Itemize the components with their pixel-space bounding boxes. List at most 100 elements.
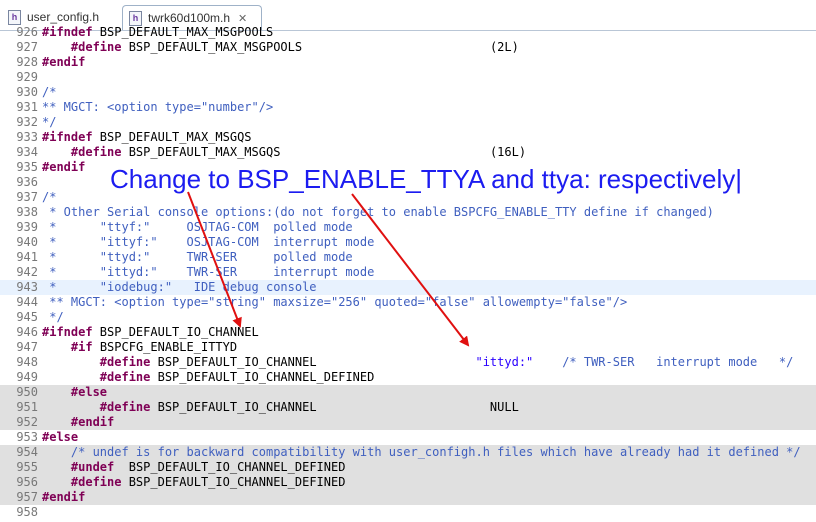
line-number: 956 <box>16 475 38 489</box>
code-line[interactable]: 950 #else <box>0 385 816 400</box>
line-number: 926 <box>16 25 38 39</box>
line-number: 927 <box>16 40 38 54</box>
code-token: BSPCFG_ENABLE_ITTYD <box>92 340 238 354</box>
line-number: 953 <box>16 430 38 444</box>
code-token: * "ittyf:" OSJTAG-COM interrupt mode <box>42 235 375 249</box>
code-text: #define BSP_DEFAULT_IO_CHANNEL_DEFINED <box>42 370 375 385</box>
code-token: BSP_DEFAULT_IO_CHANNEL NULL <box>150 400 519 414</box>
line-number: 950 <box>16 385 38 399</box>
code-line[interactable]: 955 #undef BSP_DEFAULT_IO_CHANNEL_DEFINE… <box>0 460 816 475</box>
line-number: 945 <box>16 310 38 324</box>
code-token: #ifndef <box>42 130 93 144</box>
code-line[interactable]: 926 #ifndef BSP_DEFAULT_MAX_MSGPOOLS <box>0 25 816 40</box>
code-text: #if BSPCFG_ENABLE_ITTYD <box>42 340 237 355</box>
tab-label: user_config.h <box>27 10 100 24</box>
code-text: #define BSP_DEFAULT_IO_CHANNEL_DEFINED <box>42 475 346 490</box>
code-token: BSP_DEFAULT_IO_CHANNEL <box>150 355 476 369</box>
code-line[interactable]: 951 #define BSP_DEFAULT_IO_CHANNEL NULL <box>0 400 816 415</box>
code-token: #if <box>70 340 93 354</box>
code-token: #define <box>70 40 122 54</box>
code-token: */ <box>42 115 57 129</box>
code-text: #define BSP_DEFAULT_MAX_MSGPOOLS (2L) <box>42 40 519 55</box>
code-line[interactable]: 940 * "ittyf:" OSJTAG-COM interrupt mode <box>0 235 816 250</box>
code-line[interactable]: 956 #define BSP_DEFAULT_IO_CHANNEL_DEFIN… <box>0 475 816 490</box>
code-line[interactable]: 929 <box>0 70 816 85</box>
code-text: * "ttyf:" OSJTAG-COM polled mode <box>42 220 353 235</box>
close-tab-icon[interactable]: ✕ <box>238 12 247 25</box>
code-text: */ <box>42 115 56 130</box>
code-token: BSP_DEFAULT_IO_CHANNEL_DEFINED <box>150 370 375 384</box>
code-token: BSP_DEFAULT_MAX_MSGQS (16L) <box>121 145 527 159</box>
code-line[interactable]: 957 #endif <box>0 490 816 505</box>
code-line[interactable]: 942 * "ittyd:" TWR-SER interrupt mode <box>0 265 816 280</box>
line-number: 948 <box>16 355 38 369</box>
code-line[interactable]: 927 #define BSP_DEFAULT_MAX_MSGPOOLS (2L… <box>0 40 816 55</box>
code-token: BSP_DEFAULT_MAX_MSGQS <box>92 130 252 144</box>
line-number: 930 <box>16 85 38 99</box>
code-token: * "ttyf:" OSJTAG-COM polled mode <box>42 220 353 234</box>
code-line[interactable]: 954 /* undef is for backward compatibili… <box>0 445 816 460</box>
line-number: 941 <box>16 250 38 264</box>
code-text: #endif <box>42 490 85 505</box>
line-number: 932 <box>16 115 38 129</box>
code-token: #define <box>70 145 122 159</box>
code-token: #else <box>70 385 108 399</box>
code-token: #endif <box>42 490 86 504</box>
code-line[interactable]: 931 ** MGCT: <option type="number"/> <box>0 100 816 115</box>
code-token: /* <box>42 190 57 204</box>
code-token: /* <box>42 85 57 99</box>
code-token: #else <box>42 430 79 444</box>
code-editor[interactable]: 926 #ifndef BSP_DEFAULT_MAX_MSGPOOLS 927 #… <box>0 25 816 522</box>
code-line[interactable]: 943 * "iodebug:" IDE debug console <box>0 280 816 295</box>
code-token: #define <box>99 355 151 369</box>
code-text: #endif <box>42 415 114 430</box>
code-text: /* <box>42 85 56 100</box>
code-line[interactable]: 938 * Other Serial console options:(do n… <box>0 205 816 220</box>
code-text: #undef BSP_DEFAULT_IO_CHANNEL_DEFINED <box>42 460 346 475</box>
code-line[interactable]: 933 #ifndef BSP_DEFAULT_MAX_MSGQS <box>0 130 816 145</box>
line-number: 934 <box>16 145 38 159</box>
code-text: /* <box>42 190 56 205</box>
code-line[interactable]: 948 #define BSP_DEFAULT_IO_CHANNEL "itty… <box>0 355 816 370</box>
code-token: * "iodebug:" IDE debug console <box>42 280 317 294</box>
code-token: ** MGCT: <option type="string" maxsize="… <box>42 295 628 309</box>
code-line[interactable]: 945 */ <box>0 310 816 325</box>
code-text: #define BSP_DEFAULT_MAX_MSGQS (16L) <box>42 145 526 160</box>
code-line[interactable]: 939 * "ttyf:" OSJTAG-COM polled mode <box>0 220 816 235</box>
code-line[interactable]: 928 #endif <box>0 55 816 70</box>
code-line[interactable]: 932 */ <box>0 115 816 130</box>
code-line[interactable]: 958 <box>0 505 816 520</box>
code-token: BSP_DEFAULT_MAX_MSGPOOLS (2L) <box>121 40 519 54</box>
code-line[interactable]: 934 #define BSP_DEFAULT_MAX_MSGQS (16L) <box>0 145 816 160</box>
code-line[interactable]: 953 #else <box>0 430 816 445</box>
code-token: BSP_DEFAULT_IO_CHANNEL_DEFINED <box>121 475 346 489</box>
code-text: * "ttyd:" TWR-SER polled mode <box>42 250 352 265</box>
code-token: "ittyd:" <box>475 355 534 369</box>
code-line[interactable]: 946 #ifndef BSP_DEFAULT_IO_CHANNEL <box>0 325 816 340</box>
code-line[interactable]: 949 #define BSP_DEFAULT_IO_CHANNEL_DEFIN… <box>0 370 816 385</box>
code-line[interactable]: 952 #endif <box>0 415 816 430</box>
line-number: 957 <box>16 490 38 504</box>
line-number: 954 <box>16 445 38 459</box>
line-number: 939 <box>16 220 38 234</box>
line-number: 938 <box>16 205 38 219</box>
code-line[interactable]: 930 /* <box>0 85 816 100</box>
code-line[interactable]: 944 ** MGCT: <option type="string" maxsi… <box>0 295 816 310</box>
line-number: 951 <box>16 400 38 414</box>
code-text: #define BSP_DEFAULT_IO_CHANNEL "ittyd:" … <box>42 355 794 370</box>
code-text: #define BSP_DEFAULT_IO_CHANNEL NULL <box>42 400 519 415</box>
line-number: 935 <box>16 160 38 174</box>
line-number: 931 <box>16 100 38 114</box>
code-line[interactable]: 947 #if BSPCFG_ENABLE_ITTYD <box>0 340 816 355</box>
code-token: /* undef is for backward compatibility w… <box>70 445 801 459</box>
code-line[interactable]: 941 * "ttyd:" TWR-SER polled mode <box>0 250 816 265</box>
